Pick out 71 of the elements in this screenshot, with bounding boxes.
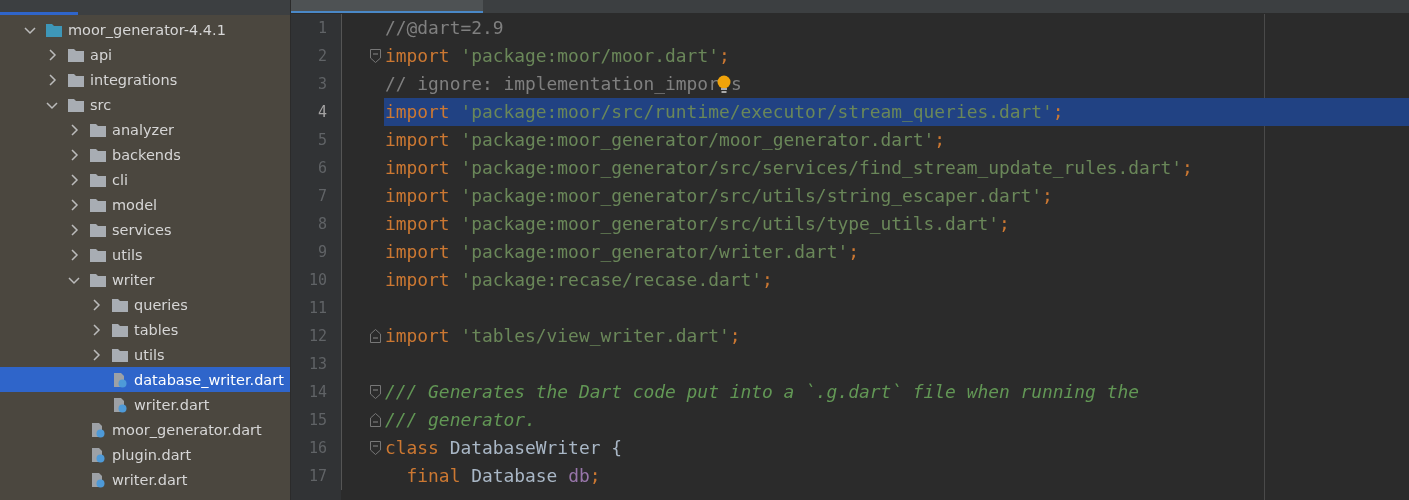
tree-item[interactable]: queries bbox=[0, 292, 290, 317]
code-line: class DatabaseWriter { bbox=[384, 436, 622, 460]
code-line: /// generator. bbox=[384, 408, 536, 432]
tree-item[interactable]: plugin.dart bbox=[0, 442, 290, 467]
folder-icon bbox=[89, 121, 107, 138]
tree-item[interactable]: utils bbox=[0, 342, 290, 367]
tree-item[interactable]: cli bbox=[0, 167, 290, 192]
chevron-icon[interactable] bbox=[90, 298, 102, 311]
tree-item[interactable]: integrations bbox=[0, 67, 290, 92]
chevron-icon[interactable] bbox=[68, 148, 80, 161]
chevron-icon[interactable] bbox=[90, 323, 102, 336]
folder-icon bbox=[89, 196, 107, 213]
tree-item[interactable]: src bbox=[0, 92, 290, 117]
dart-file-icon bbox=[89, 471, 107, 488]
fold-icon[interactable] bbox=[370, 329, 381, 343]
tree-item[interactable]: analyzer bbox=[0, 117, 290, 142]
code-line: import 'package:recase/recase.dart'; bbox=[384, 268, 773, 292]
fold-icon[interactable] bbox=[370, 49, 381, 63]
chevron-icon[interactable] bbox=[46, 48, 58, 61]
tree-item[interactable]: services bbox=[0, 217, 290, 242]
dart-file-icon bbox=[89, 421, 107, 438]
dart-file-icon bbox=[111, 396, 129, 413]
tree-item[interactable]: writer.dart bbox=[0, 467, 290, 492]
fold-icon[interactable] bbox=[370, 441, 381, 455]
folder-icon bbox=[67, 96, 85, 113]
tree-item[interactable]: writer.dart bbox=[0, 392, 290, 417]
chevron-icon[interactable] bbox=[68, 123, 80, 136]
code-line: import 'package:moor/moor.dart'; bbox=[384, 44, 730, 68]
tree-item[interactable]: backends bbox=[0, 142, 290, 167]
folder-icon bbox=[89, 171, 107, 188]
code-line: // ignore: implementation_impor bbox=[384, 72, 719, 96]
code-line: import 'package:moor_generator/src/utils/string_escaper.dart'; bbox=[384, 184, 1053, 208]
folder-icon bbox=[67, 46, 85, 63]
folder-icon bbox=[89, 271, 107, 288]
code-line: import 'package:moor_generator/src/utils/type_utils.dart'; bbox=[384, 212, 1010, 236]
fold-icon[interactable] bbox=[370, 413, 381, 427]
chevron-icon[interactable] bbox=[68, 173, 80, 186]
tree-item[interactable]: tables bbox=[0, 317, 290, 342]
folder-icon bbox=[45, 21, 63, 38]
folder-icon bbox=[89, 146, 107, 163]
folder-icon bbox=[111, 296, 129, 313]
chevron-icon[interactable] bbox=[68, 223, 80, 236]
chevron-icon[interactable] bbox=[68, 248, 80, 261]
code-line: //@dart=2.9 bbox=[384, 16, 504, 40]
tree-item[interactable]: writer bbox=[0, 267, 290, 292]
tree-item[interactable]: moor_generator-4.4.1 bbox=[0, 17, 290, 42]
folder-icon bbox=[67, 71, 85, 88]
tree-item[interactable]: utils bbox=[0, 242, 290, 267]
fold-icon[interactable] bbox=[370, 385, 381, 399]
lightbulb-icon[interactable] bbox=[716, 74, 731, 94]
tree-item[interactable]: database_writer.dart bbox=[0, 367, 290, 392]
chevron-icon[interactable] bbox=[90, 348, 102, 361]
tree-item[interactable]: model bbox=[0, 192, 290, 217]
code-line: final Database db; bbox=[405, 464, 601, 488]
code-line: s bbox=[729, 72, 742, 96]
tree-item[interactable]: api bbox=[0, 42, 290, 67]
chevron-icon[interactable] bbox=[46, 73, 58, 86]
code-line: import 'package:moor_generator/writer.dart'; bbox=[384, 240, 859, 264]
folder-icon bbox=[111, 346, 129, 363]
code-line: import 'package:moor_generator/src/services/find_stream_update_rules.dart'; bbox=[384, 156, 1193, 180]
dart-file-icon bbox=[89, 446, 107, 463]
dart-file-icon bbox=[111, 371, 129, 388]
tree-item[interactable]: moor_generator.dart bbox=[0, 417, 290, 442]
code-line: import 'package:moor_generator/moor_generator.dart'; bbox=[384, 128, 946, 152]
code-line: /// Generates the Dart code put into a `.g.dart` file when running the bbox=[384, 380, 1139, 404]
line-number: 4 bbox=[316, 102, 328, 123]
folder-icon bbox=[89, 221, 107, 238]
code-line: import 'tables/view_writer.dart'; bbox=[384, 324, 741, 348]
folder-icon bbox=[111, 321, 129, 338]
folder-icon bbox=[89, 246, 107, 263]
chevron-icon[interactable] bbox=[68, 198, 80, 211]
